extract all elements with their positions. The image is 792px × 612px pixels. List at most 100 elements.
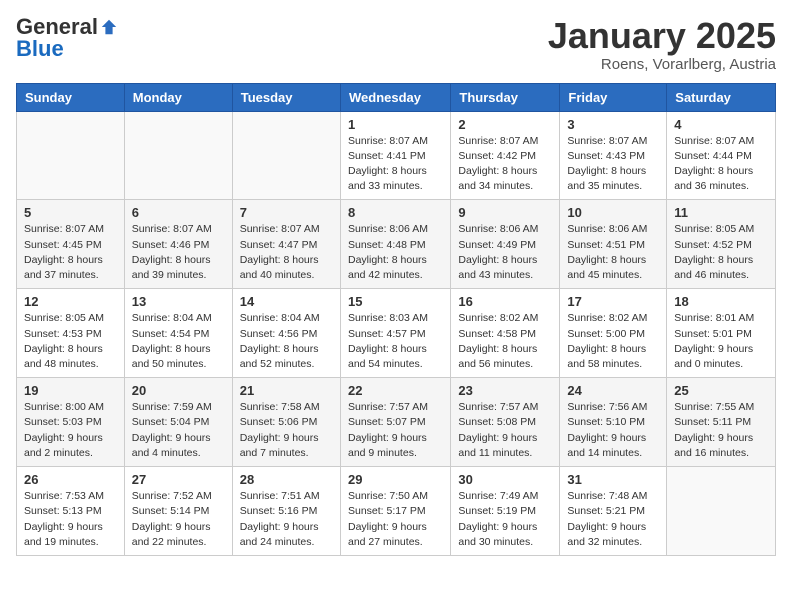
calendar-cell: 22 Sunrise: 7:57 AM Sunset: 5:07 PM Dayli… <box>340 378 450 467</box>
calendar-week-row: 19 Sunrise: 8:00 AM Sunset: 5:03 PM Dayli… <box>17 378 776 467</box>
calendar-cell: 12 Sunrise: 8:05 AM Sunset: 4:53 PM Dayli… <box>17 289 125 378</box>
day-number: 16 <box>458 294 552 309</box>
calendar-cell: 30 Sunrise: 7:49 AM Sunset: 5:19 PM Dayli… <box>451 467 560 556</box>
day-number: 22 <box>348 383 443 398</box>
day-number: 11 <box>674 205 768 220</box>
calendar-cell: 4 Sunrise: 8:07 AM Sunset: 4:44 PM Daylig… <box>667 111 776 200</box>
day-number: 1 <box>348 117 443 132</box>
weekday-header: Friday <box>560 83 667 111</box>
day-number: 31 <box>567 472 659 487</box>
calendar-cell <box>232 111 340 200</box>
logo: General Blue <box>16 16 118 60</box>
weekday-header: Sunday <box>17 83 125 111</box>
logo-general-text: General <box>16 16 98 38</box>
day-number: 18 <box>674 294 768 309</box>
day-info: Sunrise: 8:05 AM Sunset: 4:52 PM Dayligh… <box>674 222 768 283</box>
calendar-cell <box>667 467 776 556</box>
calendar-cell: 8Sunrise: 8:06 AM Sunset: 4:48 PM Daylig… <box>340 200 450 289</box>
weekday-header: Monday <box>124 83 232 111</box>
calendar-cell: 5Sunrise: 8:07 AM Sunset: 4:45 PM Daylig… <box>17 200 125 289</box>
day-info: Sunrise: 8:07 AM Sunset: 4:44 PM Dayligh… <box>674 134 768 195</box>
calendar-week-row: 5Sunrise: 8:07 AM Sunset: 4:45 PM Daylig… <box>17 200 776 289</box>
logo-icon <box>100 18 118 36</box>
day-info: Sunrise: 8:04 AM Sunset: 4:54 PM Dayligh… <box>132 311 225 372</box>
day-info: Sunrise: 7:49 AM Sunset: 5:19 PM Dayligh… <box>458 489 552 550</box>
calendar-cell: 7 Sunrise: 8:07 AM Sunset: 4:47 PM Daylig… <box>232 200 340 289</box>
calendar-cell: 3Sunrise: 8:07 AM Sunset: 4:43 PM Daylig… <box>560 111 667 200</box>
calendar-cell: 19 Sunrise: 8:00 AM Sunset: 5:03 PM Dayli… <box>17 378 125 467</box>
logo-blue-text: Blue <box>16 38 64 60</box>
day-number: 30 <box>458 472 552 487</box>
calendar-cell: 18Sunrise: 8:01 AM Sunset: 5:01 PM Dayli… <box>667 289 776 378</box>
day-number: 4 <box>674 117 768 132</box>
calendar-cell <box>124 111 232 200</box>
day-info: Sunrise: 7:58 AM Sunset: 5:06 PM Dayligh… <box>240 400 333 461</box>
day-info: Sunrise: 8:00 AM Sunset: 5:03 PM Dayligh… <box>24 400 117 461</box>
calendar-cell: 14Sunrise: 8:04 AM Sunset: 4:56 PM Dayli… <box>232 289 340 378</box>
calendar-cell: 23 Sunrise: 7:57 AM Sunset: 5:08 PM Dayli… <box>451 378 560 467</box>
day-info: Sunrise: 8:02 AM Sunset: 4:58 PM Dayligh… <box>458 311 552 372</box>
calendar-cell: 13 Sunrise: 8:04 AM Sunset: 4:54 PM Dayli… <box>124 289 232 378</box>
day-number: 24 <box>567 383 659 398</box>
day-info: Sunrise: 8:04 AM Sunset: 4:56 PM Dayligh… <box>240 311 333 372</box>
day-info: Sunrise: 8:02 AM Sunset: 5:00 PM Dayligh… <box>567 311 659 372</box>
weekday-header: Tuesday <box>232 83 340 111</box>
weekday-header: Wednesday <box>340 83 450 111</box>
calendar-cell: 27 Sunrise: 7:52 AM Sunset: 5:14 PM Dayli… <box>124 467 232 556</box>
day-info: Sunrise: 7:59 AM Sunset: 5:04 PM Dayligh… <box>132 400 225 461</box>
day-info: Sunrise: 7:48 AM Sunset: 5:21 PM Dayligh… <box>567 489 659 550</box>
day-number: 12 <box>24 294 117 309</box>
calendar-cell: 24 Sunrise: 7:56 AM Sunset: 5:10 PM Dayli… <box>560 378 667 467</box>
day-info: Sunrise: 8:07 AM Sunset: 4:45 PM Dayligh… <box>24 222 117 283</box>
day-number: 3 <box>567 117 659 132</box>
day-info: Sunrise: 8:05 AM Sunset: 4:53 PM Dayligh… <box>24 311 117 372</box>
calendar-cell: 26 Sunrise: 7:53 AM Sunset: 5:13 PM Dayli… <box>17 467 125 556</box>
weekday-header: Saturday <box>667 83 776 111</box>
day-info: Sunrise: 7:57 AM Sunset: 5:07 PM Dayligh… <box>348 400 443 461</box>
calendar-week-row: 26 Sunrise: 7:53 AM Sunset: 5:13 PM Dayli… <box>17 467 776 556</box>
day-number: 7 <box>240 205 333 220</box>
calendar-cell: 16 Sunrise: 8:02 AM Sunset: 4:58 PM Dayli… <box>451 289 560 378</box>
day-info: Sunrise: 7:51 AM Sunset: 5:16 PM Dayligh… <box>240 489 333 550</box>
calendar-location: Roens, Vorarlberg, Austria <box>548 56 776 73</box>
calendar-cell: 28Sunrise: 7:51 AM Sunset: 5:16 PM Dayli… <box>232 467 340 556</box>
calendar-cell: 6Sunrise: 8:07 AM Sunset: 4:46 PM Daylig… <box>124 200 232 289</box>
day-number: 20 <box>132 383 225 398</box>
day-info: Sunrise: 8:07 AM Sunset: 4:47 PM Dayligh… <box>240 222 333 283</box>
day-info: Sunrise: 7:57 AM Sunset: 5:08 PM Dayligh… <box>458 400 552 461</box>
day-info: Sunrise: 8:07 AM Sunset: 4:41 PM Dayligh… <box>348 134 443 195</box>
calendar-week-row: 12 Sunrise: 8:05 AM Sunset: 4:53 PM Dayli… <box>17 289 776 378</box>
day-number: 26 <box>24 472 117 487</box>
calendar-cell: 29 Sunrise: 7:50 AM Sunset: 5:17 PM Dayli… <box>340 467 450 556</box>
day-info: Sunrise: 8:07 AM Sunset: 4:46 PM Dayligh… <box>132 222 225 283</box>
day-number: 2 <box>458 117 552 132</box>
calendar-cell: 1 Sunrise: 8:07 AM Sunset: 4:41 PM Daylig… <box>340 111 450 200</box>
day-info: Sunrise: 8:03 AM Sunset: 4:57 PM Dayligh… <box>348 311 443 372</box>
weekday-header: Thursday <box>451 83 560 111</box>
day-number: 9 <box>458 205 552 220</box>
day-number: 27 <box>132 472 225 487</box>
calendar-cell: 21Sunrise: 7:58 AM Sunset: 5:06 PM Dayli… <box>232 378 340 467</box>
day-number: 29 <box>348 472 443 487</box>
day-number: 17 <box>567 294 659 309</box>
day-number: 25 <box>674 383 768 398</box>
day-number: 15 <box>348 294 443 309</box>
day-info: Sunrise: 7:52 AM Sunset: 5:14 PM Dayligh… <box>132 489 225 550</box>
calendar-cell: 11 Sunrise: 8:05 AM Sunset: 4:52 PM Dayli… <box>667 200 776 289</box>
day-info: Sunrise: 7:56 AM Sunset: 5:10 PM Dayligh… <box>567 400 659 461</box>
day-info: Sunrise: 8:06 AM Sunset: 4:48 PM Dayligh… <box>348 222 443 283</box>
day-info: Sunrise: 8:07 AM Sunset: 4:42 PM Dayligh… <box>458 134 552 195</box>
calendar-title: January 2025 <box>548 16 776 56</box>
day-info: Sunrise: 7:55 AM Sunset: 5:11 PM Dayligh… <box>674 400 768 461</box>
day-number: 19 <box>24 383 117 398</box>
calendar-cell: 9 Sunrise: 8:06 AM Sunset: 4:49 PM Daylig… <box>451 200 560 289</box>
page-header: General Blue January 2025 Roens, Vorarlb… <box>16 16 776 73</box>
day-number: 13 <box>132 294 225 309</box>
day-info: Sunrise: 7:50 AM Sunset: 5:17 PM Dayligh… <box>348 489 443 550</box>
day-info: Sunrise: 7:53 AM Sunset: 5:13 PM Dayligh… <box>24 489 117 550</box>
calendar-cell: 15 Sunrise: 8:03 AM Sunset: 4:57 PM Dayli… <box>340 289 450 378</box>
weekday-header-row: SundayMondayTuesdayWednesdayThursdayFrid… <box>17 83 776 111</box>
day-number: 23 <box>458 383 552 398</box>
day-info: Sunrise: 8:06 AM Sunset: 4:49 PM Dayligh… <box>458 222 552 283</box>
day-number: 10 <box>567 205 659 220</box>
